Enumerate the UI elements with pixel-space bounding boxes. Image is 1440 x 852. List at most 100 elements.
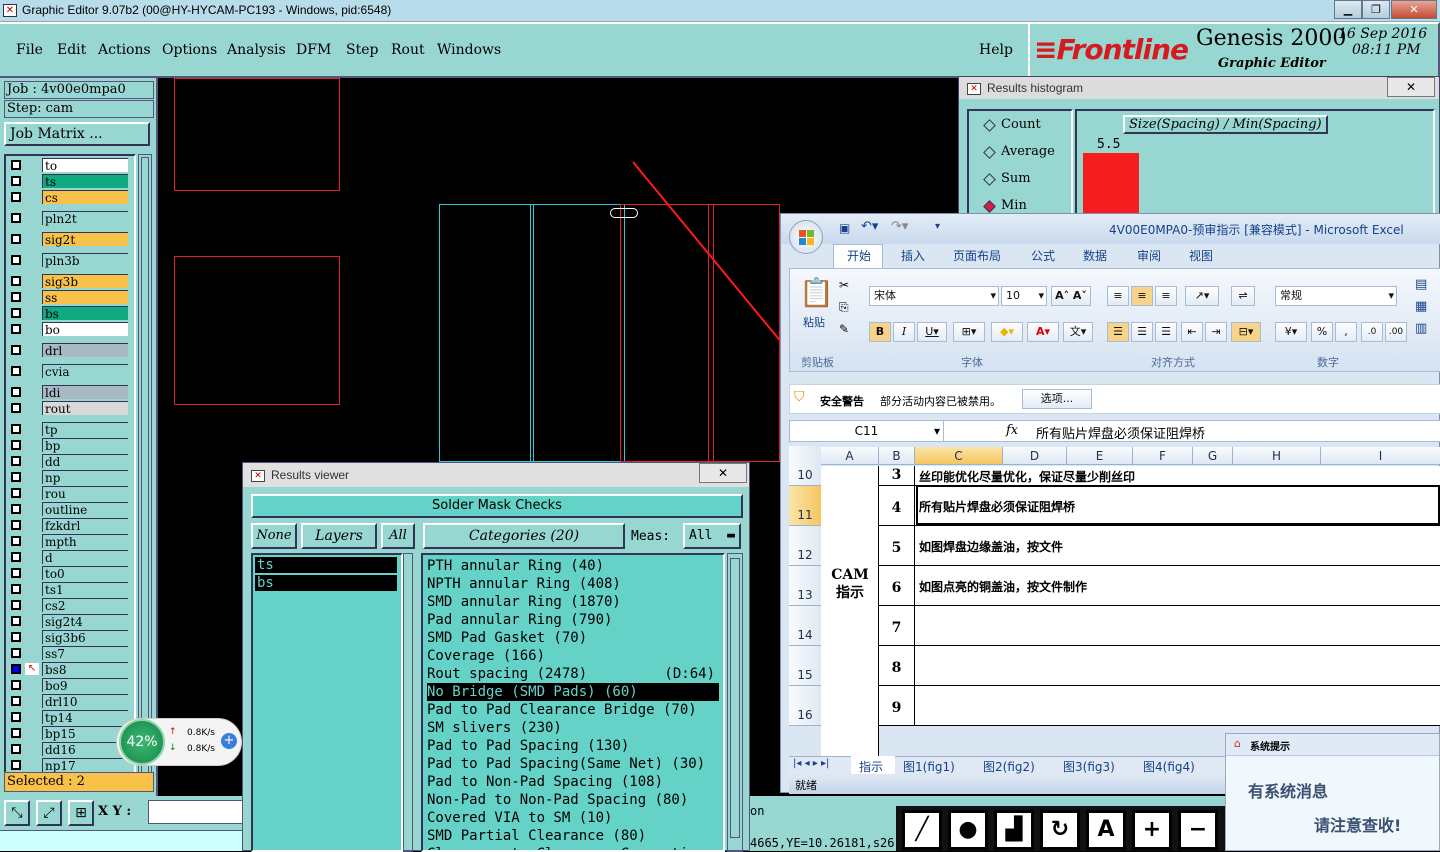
- excel-window: ▣ ↶▾ ↷▾ ▾ 4V00E0MPA0-预审指示 [兼容模式] - Micro…: [780, 213, 1440, 794]
- increase-indent-icon[interactable]: ⇥: [1205, 322, 1227, 342]
- wrap-text-icon[interactable]: ⇌: [1231, 286, 1255, 306]
- instruction-cell[interactable]: 如图点亮的铜盖油，按文件制作: [919, 578, 1087, 595]
- instruction-cell[interactable]: 丝印能优化尽量优化，保证尽量少削丝印: [919, 468, 1135, 485]
- group-alignment: 对齐方式: [1151, 356, 1195, 369]
- notice-header: ⌂ 系统提示: [1226, 734, 1439, 756]
- row-number-cell[interactable]: 9: [879, 686, 915, 726]
- column-header[interactable]: H: [1233, 447, 1321, 465]
- system-notice-popup[interactable]: ⌂ 系统提示 有系统消息 请注意查收!: [1225, 733, 1440, 851]
- decrease-indent-icon[interactable]: ⇤: [1181, 322, 1203, 342]
- name-box[interactable]: C11 ▾: [790, 421, 944, 441]
- font-color-icon[interactable]: A▾: [1027, 322, 1059, 342]
- row-header[interactable]: 11: [789, 486, 821, 526]
- row-header[interactable]: 12: [789, 526, 821, 566]
- format-painter-icon[interactable]: ✎: [839, 322, 849, 336]
- security-message: 部分活动内容已被禁用。: [880, 395, 1001, 408]
- office-button[interactable]: [789, 220, 823, 254]
- table-row[interactable]: 4 所有贴片焊盘必须保证阻焊桥: [879, 485, 1440, 526]
- font-size-select[interactable]: 10 ▾: [1001, 286, 1047, 306]
- font-name-select[interactable]: 宋体 ▾: [869, 286, 999, 306]
- tab-view[interactable]: 视图: [1189, 247, 1213, 264]
- merged-label-zhishi: 指示: [836, 585, 864, 601]
- qat-undo-icon[interactable]: ↶▾: [861, 219, 878, 234]
- ribbon-home: [789, 268, 1440, 372]
- sheet-tab[interactable]: 图4(fig4): [1143, 758, 1195, 775]
- table-row[interactable]: 9: [879, 686, 1440, 726]
- number-format-select[interactable]: 常规 ▾: [1275, 286, 1397, 306]
- tab-insert[interactable]: 插入: [901, 247, 925, 264]
- row-header[interactable]: 15: [789, 646, 821, 686]
- column-header[interactable]: B: [879, 447, 915, 465]
- increase-decimal-icon[interactable]: .0: [1361, 322, 1383, 342]
- qat-redo-icon[interactable]: ↷▾: [891, 219, 908, 234]
- table-row[interactable]: 5 如图焊盘边缘盖油，按文件: [879, 526, 1440, 566]
- orientation-icon[interactable]: ↗▾: [1185, 286, 1219, 306]
- cut-icon[interactable]: ✂: [839, 278, 849, 292]
- row-header[interactable]: 10: [789, 446, 821, 486]
- column-header[interactable]: G: [1193, 447, 1233, 465]
- table-row[interactable]: 8: [879, 646, 1440, 686]
- row-number-cell[interactable]: 3: [879, 466, 915, 486]
- qat-customize-icon[interactable]: ▾: [935, 221, 940, 232]
- formula-input[interactable]: 所有贴片焊盘必须保证阻焊桥: [1036, 423, 1205, 442]
- align-right-icon[interactable]: ☰: [1155, 322, 1177, 342]
- border-icon[interactable]: ⊞▾: [953, 322, 985, 342]
- fx-icon[interactable]: fx: [1006, 423, 1018, 438]
- table-row[interactable]: 6 如图点亮的铜盖油，按文件制作: [879, 566, 1440, 606]
- merge-center-icon[interactable]: ⊟▾: [1231, 322, 1261, 342]
- row-header[interactable]: 16: [789, 686, 821, 726]
- align-middle-icon[interactable]: ≡: [1131, 286, 1153, 306]
- copy-icon[interactable]: ⎘: [839, 300, 849, 315]
- column-header[interactable]: E: [1067, 447, 1133, 465]
- column-header[interactable]: I: [1321, 447, 1440, 465]
- row-header[interactable]: 14: [789, 606, 821, 646]
- column-header[interactable]: F: [1133, 447, 1193, 465]
- italic-button[interactable]: I: [893, 322, 915, 342]
- table-row[interactable]: 3 丝印能优化尽量优化，保证尽量少削丝印: [879, 466, 1440, 486]
- row-header[interactable]: 13: [789, 566, 821, 606]
- row-number-cell[interactable]: 6: [879, 566, 915, 606]
- currency-icon[interactable]: ¥▾: [1275, 322, 1307, 342]
- tab-review[interactable]: 审阅: [1137, 247, 1161, 264]
- qat-save-icon[interactable]: ▣: [839, 221, 850, 235]
- tab-data[interactable]: 数据: [1083, 247, 1107, 264]
- paste-icon[interactable]: 📋: [799, 276, 834, 312]
- sheet-tab[interactable]: 图3(fig3): [1063, 758, 1115, 775]
- table-row[interactable]: 7: [879, 606, 1440, 646]
- phonetic-icon[interactable]: 文▾: [1063, 322, 1093, 342]
- paste-label[interactable]: 粘贴: [803, 314, 825, 330]
- group-clipboard: 剪贴板: [801, 356, 834, 369]
- font-grow-shrink-icon[interactable]: A˄ A˅: [1051, 286, 1091, 306]
- excel-title: 4V00E0MPA0-预审指示 [兼容模式] - Microsoft Excel: [1109, 223, 1404, 237]
- align-left-icon[interactable]: ☰: [1107, 322, 1129, 342]
- notice-icon: ⌂: [1234, 737, 1241, 750]
- tab-formulas[interactable]: 公式: [1031, 247, 1055, 264]
- align-top-icon[interactable]: ≡: [1107, 286, 1129, 306]
- sheet-tab[interactable]: 图1(fig1): [903, 758, 955, 775]
- column-header[interactable]: C: [915, 447, 1003, 465]
- bold-button[interactable]: B: [869, 322, 891, 342]
- status-ready: 就绪: [795, 779, 817, 792]
- align-bottom-icon[interactable]: ≡: [1155, 286, 1177, 306]
- instruction-cell[interactable]: 如图焊盘边缘盖油，按文件: [919, 538, 1063, 555]
- percent-icon[interactable]: %: [1311, 322, 1333, 342]
- sheet-tab[interactable]: 指示: [859, 758, 883, 775]
- row-number-cell[interactable]: 7: [879, 606, 915, 646]
- merged-cell-a[interactable]: CAM 指示: [821, 466, 879, 756]
- column-header[interactable]: A: [821, 447, 879, 465]
- tab-home-label[interactable]: 开始: [847, 247, 871, 264]
- underline-button[interactable]: U▾: [917, 322, 947, 342]
- align-center-icon[interactable]: ☰: [1131, 322, 1153, 342]
- options-button[interactable]: 选项...: [1022, 389, 1092, 409]
- sheet-nav-icon[interactable]: |◂ ◂ ▸ ▸|: [793, 758, 829, 769]
- column-header[interactable]: D: [1003, 447, 1067, 465]
- row-number-cell[interactable]: 5: [879, 526, 915, 566]
- row-number-cell[interactable]: 8: [879, 646, 915, 686]
- sheet-tab[interactable]: 图2(fig2): [983, 758, 1035, 775]
- tab-page-layout[interactable]: 页面布局: [953, 247, 1001, 264]
- fill-color-icon[interactable]: ◆▾: [991, 322, 1023, 342]
- comma-icon[interactable]: ,: [1335, 322, 1357, 342]
- row-number-cell[interactable]: 4: [879, 486, 915, 526]
- styles-group-icon[interactable]: ▤ ▦ ▥: [1415, 274, 1440, 354]
- decrease-decimal-icon[interactable]: .00: [1385, 322, 1407, 342]
